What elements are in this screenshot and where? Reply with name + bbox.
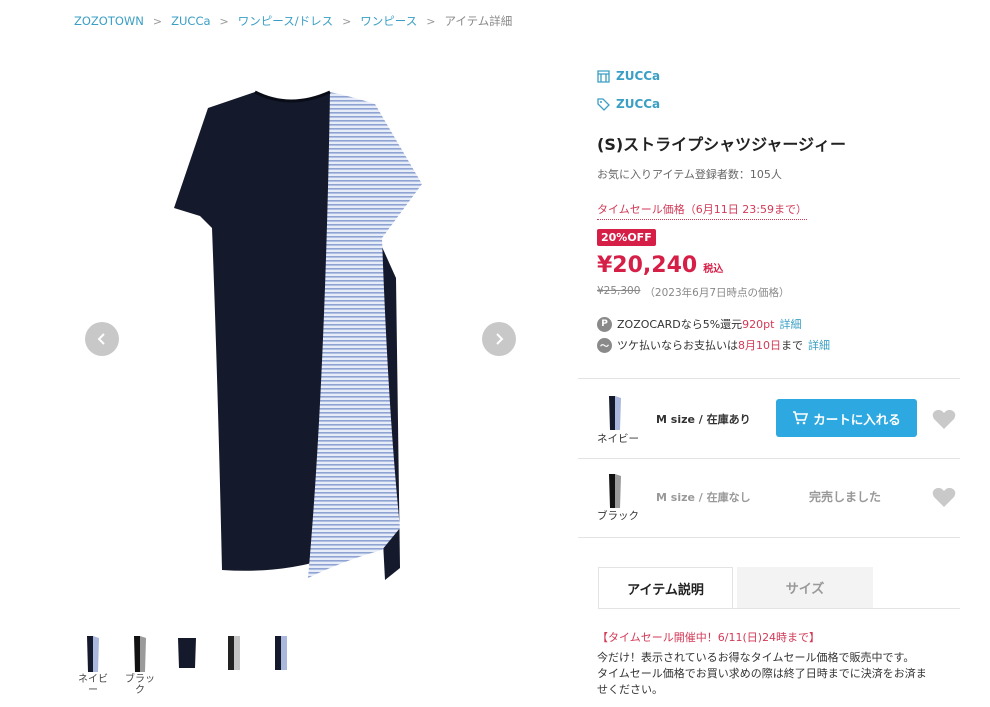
price: ¥20,240 税込 [597, 253, 723, 278]
breadcrumb-zozotown[interactable]: ZOZOTOWN [74, 14, 144, 28]
chevron-right-icon [496, 333, 504, 345]
gallery-next-button[interactable] [482, 322, 516, 356]
thumbnail-detail-navy[interactable] [266, 634, 296, 696]
chevron-right-icon: > [342, 14, 352, 28]
breadcrumb-subcategory[interactable]: ワンピース [360, 13, 417, 29]
divider [578, 537, 960, 538]
thumbnail-detail-black[interactable] [219, 634, 249, 696]
breadcrumb-current: アイテム詳細 [444, 14, 513, 28]
favorite-count: お気に入りアイテム登録者数：105人 [597, 168, 782, 181]
shop-link[interactable]: ZUCCa [597, 69, 660, 83]
chevron-right-icon: > [152, 14, 163, 28]
heart-icon[interactable] [932, 486, 956, 508]
variant-size-stock: M size / 在庫あり [656, 413, 751, 426]
zozocard-detail-link[interactable]: 詳細 [779, 316, 801, 332]
thumbnail-strip: ネイビー ブラック [78, 634, 296, 696]
thumbnail-black[interactable]: ブラック [125, 634, 155, 696]
heart-icon[interactable] [932, 408, 956, 430]
tag-icon [597, 97, 610, 111]
breadcrumb: ZOZOTOWN > ZUCCa > ワンピース/ドレス > ワンピース > ア… [74, 13, 512, 29]
sold-out-label: 完売しました [809, 490, 882, 504]
price-amount: ¥20,240 [597, 253, 698, 278]
discount-badge: 20%OFF [597, 229, 656, 246]
product-main-image[interactable] [160, 88, 430, 588]
chevron-left-icon [97, 333, 105, 345]
variant-size-stock: M size / 在庫なし [656, 491, 751, 504]
breadcrumb-category[interactable]: ワンピース/ドレス [238, 13, 333, 29]
original-price-note: （2023年6月7日時点の価格） [644, 287, 790, 299]
description-headline: 【タイムセール開催中！6/11(日)24時まで】 [597, 631, 821, 644]
variant-color-label: ブラック [597, 510, 639, 522]
deferred-pay-icon: 〜 [597, 337, 612, 353]
tab-item-description[interactable]: アイテム説明 [598, 567, 733, 608]
thumbnail-label: ブラック [125, 674, 155, 696]
thumbnail-label: ネイビー [78, 674, 108, 696]
thumbnail-back[interactable] [172, 634, 202, 696]
product-title: (S)ストライプシャツジャージィー [597, 135, 847, 154]
divider [578, 378, 960, 379]
brand-link[interactable]: ZUCCa [597, 97, 660, 111]
cart-icon [793, 411, 809, 425]
tax-label: 税込 [703, 264, 724, 275]
shop-name: ZUCCa [616, 69, 661, 83]
original-price: ¥25,300 （2023年6月7日時点の価格） [597, 285, 790, 300]
gallery-prev-button[interactable] [85, 322, 119, 356]
chevron-right-icon: > [219, 14, 229, 28]
divider [578, 458, 960, 459]
thumbnail-navy[interactable]: ネイビー [78, 634, 108, 696]
variant-color-label: ネイビー [597, 433, 639, 445]
zozocard-info: P ZOZOCARDなら5%還元920pt 詳細 [597, 316, 801, 332]
tab-size[interactable]: サイズ [737, 567, 873, 608]
description-body: 今だけ！表示されているお得なタイムセール価格で販売中です。 タイムセール価格でお… [597, 651, 927, 696]
chevron-right-icon: > [426, 14, 436, 28]
tsuke-info: 〜 ツケ払いならお支払いは8月10日まで 詳細 [597, 337, 830, 353]
original-price-amount: ¥25,300 [597, 285, 641, 297]
variant-navy-swatch [600, 394, 630, 432]
variant-black-swatch [600, 472, 630, 510]
brand-name: ZUCCa [616, 97, 661, 111]
tab-underline [598, 608, 960, 609]
tsuke-detail-link[interactable]: 詳細 [808, 337, 830, 353]
breadcrumb-brand[interactable]: ZUCCa [171, 14, 210, 28]
point-icon: P [597, 316, 612, 332]
time-sale-label: タイムセール価格（6月11日 23:59まで） [597, 201, 807, 220]
add-to-cart-button[interactable]: カートに入れる [776, 399, 917, 437]
shop-icon [597, 69, 610, 83]
